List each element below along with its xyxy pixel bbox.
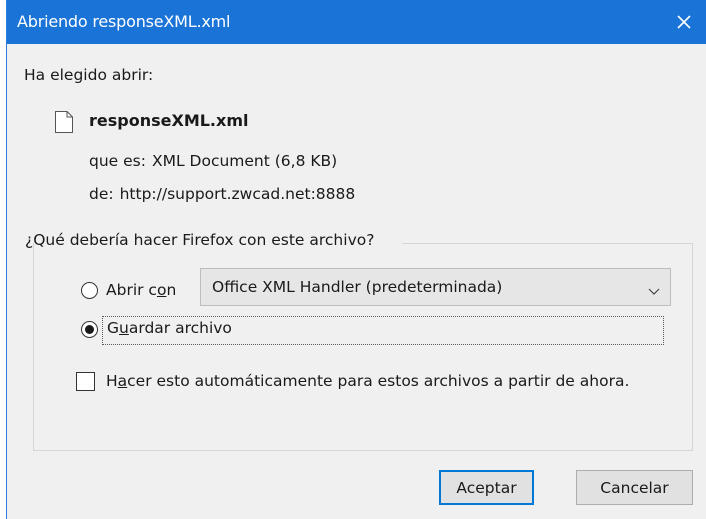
file-name: responseXML.xml xyxy=(89,111,249,130)
file-type-label: que es: xyxy=(89,152,146,170)
auto-access-key: a xyxy=(117,372,128,390)
save-label-part: G xyxy=(107,319,120,337)
file-source-value: http://support.zwcad.net:8888 xyxy=(119,185,356,203)
title-bar: Abriendo responseXML.xml xyxy=(7,0,706,44)
handler-select[interactable]: Office XML Handler (predeterminada) xyxy=(200,268,671,306)
group-divider xyxy=(402,243,693,244)
file-type-row: que es: XML Document (6,8 KB) xyxy=(89,152,337,170)
open-with-label-part: Abrir c xyxy=(106,281,157,299)
save-access-key: u xyxy=(119,319,129,337)
cancel-button[interactable]: Cancelar xyxy=(576,470,693,505)
auto-label-part: H xyxy=(106,372,118,390)
save-label-part: ardar archivo xyxy=(128,319,232,337)
auto-action-label[interactable]: Hacer esto automáticamente para estos ar… xyxy=(106,372,629,390)
handler-select-value: Office XML Handler (predeterminada) xyxy=(212,278,503,296)
window-title: Abriendo responseXML.xml xyxy=(17,12,231,31)
intro-text: Ha elegido abrir: xyxy=(24,66,154,84)
open-with-label-part: n xyxy=(166,281,177,299)
file-type-value: XML Document (6,8 KB) xyxy=(151,152,338,170)
auto-label-part: cer esto automáticamente para estos arch… xyxy=(127,372,630,390)
close-icon xyxy=(677,15,691,29)
save-file-radio[interactable] xyxy=(81,321,98,338)
chevron-down-icon xyxy=(648,282,660,300)
open-with-radio[interactable] xyxy=(81,282,98,299)
download-dialog: Abriendo responseXML.xml Ha elegido abri… xyxy=(6,0,706,519)
file-icon xyxy=(54,110,74,138)
close-button[interactable] xyxy=(661,0,706,44)
file-source-row: de: http://support.zwcad.net:8888 xyxy=(89,185,355,203)
accept-button[interactable]: Aceptar xyxy=(439,470,534,505)
open-with-label[interactable]: Abrir con xyxy=(106,281,176,299)
save-file-label[interactable]: Guardar archivo xyxy=(102,316,664,345)
file-source-label: de: xyxy=(89,185,114,203)
auto-action-checkbox[interactable] xyxy=(76,372,95,391)
open-with-access-key: o xyxy=(156,281,167,299)
action-question: ¿Qué debería hacer Firefox con este arch… xyxy=(25,231,375,249)
